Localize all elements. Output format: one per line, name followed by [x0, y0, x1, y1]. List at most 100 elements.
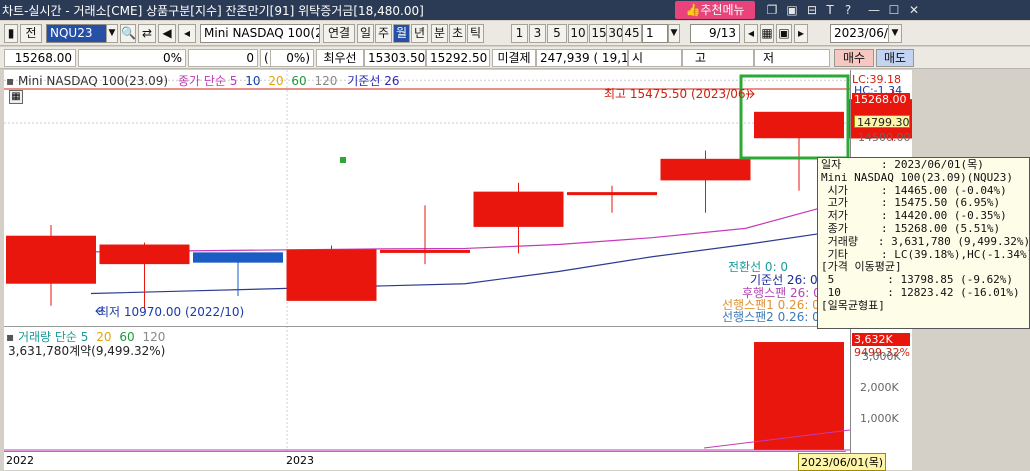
date-chevron-down-icon[interactable]: ▼: [888, 24, 902, 43]
candle-body: [660, 158, 751, 181]
buy-button[interactable]: 매수: [834, 49, 874, 67]
volume-tick-1000: 1,000K: [860, 412, 899, 425]
panel-divider: [4, 326, 850, 327]
speaker-icon[interactable]: ◀: [158, 24, 176, 43]
period-minute-tab[interactable]: 분: [431, 24, 448, 43]
volume-change-pct: 0%): [270, 49, 314, 67]
period-tick-tab[interactable]: 틱: [467, 24, 484, 43]
volume-value: 0: [188, 49, 258, 67]
legend-ma20: 20: [268, 74, 284, 88]
period-month-tab[interactable]: 월: [393, 24, 410, 43]
legend-box-icon: ▪: [6, 74, 18, 88]
x-label-2023: 2023: [286, 454, 314, 467]
font-icon[interactable]: T: [822, 2, 838, 18]
legend-product: Mini NASDAQ 100(23.09): [17, 74, 169, 88]
next-arrow-icon[interactable]: ▸: [794, 24, 808, 43]
thumbs-up-icon: 👍: [685, 3, 701, 17]
tooltip-line: 일자 : 2023/06/01(목): [821, 158, 984, 171]
best-bid: 15303.50: [364, 49, 426, 67]
interval-3-button[interactable]: 3: [529, 24, 546, 43]
jeon-button[interactable]: 전: [20, 24, 42, 43]
current-price-label: 15268.00: [852, 93, 910, 106]
open-label: 시: [628, 49, 682, 67]
legend-base-line: 기준선 26: [347, 74, 400, 88]
settings-chevron-icon[interactable]: ◂: [178, 24, 196, 43]
candle-body: [99, 244, 190, 265]
title-bar: 차트-실시간 - 거래소[CME] 상품구분[지수] 잔존만기[91] 위탁증거…: [0, 0, 1030, 20]
change-pct: 0%: [78, 49, 186, 67]
period-year-tab[interactable]: 년: [411, 24, 428, 43]
save-icon[interactable]: ▣: [776, 24, 792, 43]
grid-toggle-icon[interactable]: ▦: [9, 90, 23, 104]
high-annotation: 최고 15475.50 (2023/06): [604, 87, 751, 101]
interval-select[interactable]: 1: [642, 24, 668, 43]
volume-tick-3000: 3,000K: [862, 350, 901, 363]
tooltip-line: [일목균형표]: [821, 298, 885, 312]
period-second-tab[interactable]: 초: [449, 24, 466, 43]
candle-body: [286, 249, 377, 301]
date-crosshair-label: 2023/06/01(목): [798, 453, 887, 471]
table-icon[interactable]: ▦: [760, 24, 774, 43]
symbol-toolbar: ▮ 전 NQU23 ▼ 🔍 ⇄ ◀ ◂ Mini NASDAQ 100(23.0…: [0, 21, 1030, 46]
legend-ma120: 120: [314, 74, 338, 88]
page-indicator: 9/13: [690, 24, 740, 43]
crosshair-price-label: 14799.30: [854, 115, 910, 129]
legend-ma10: 10: [245, 74, 261, 88]
tooltip-line: 거래량 : 3,631,780 (9,499.32%): [821, 234, 1030, 248]
data-tooltip: 일자 : 2023/06/01(목) Mini NASDAQ 100(23.09)…: [817, 157, 1030, 329]
best-bid-label: 최우선: [316, 49, 364, 67]
interval-chevron-down-icon[interactable]: ▼: [668, 24, 680, 43]
continuous-button[interactable]: 연결: [323, 24, 355, 43]
window-copy-icon[interactable]: ▣: [784, 2, 800, 18]
sell-button[interactable]: 매도: [876, 49, 914, 67]
date-axis: 2022 2023 2023/06/01(목): [4, 451, 887, 471]
tooltip-line: 종가 : 15268.00 (5.51%): [821, 221, 1001, 235]
minimize-icon[interactable]: —: [866, 2, 882, 18]
legend-ma60: 60: [291, 74, 307, 88]
maximize-icon[interactable]: ☐: [886, 2, 902, 18]
volume-text: 3,631,780계약(9,499.32%): [8, 344, 166, 358]
candle-body: [6, 235, 96, 284]
volume-tick-2000: 2,000K: [860, 381, 899, 394]
price-tick-label: 14500.00: [858, 131, 911, 144]
interval-5-button[interactable]: 5: [547, 24, 567, 43]
recommend-menu-label: 추천메뉴: [700, 3, 745, 17]
candle-body: [754, 111, 844, 139]
volume-bar: [754, 342, 844, 450]
candle-body: [567, 192, 657, 196]
tooltip-line: 10 : 12823.42 (-16.01%): [821, 285, 1020, 299]
window-split-icon[interactable]: ⊟: [804, 2, 820, 18]
close-icon[interactable]: ✕: [906, 2, 922, 18]
recommend-menu-button[interactable]: 👍추천메뉴: [675, 1, 755, 19]
signal-marker: [340, 157, 346, 163]
prev-arrow-icon[interactable]: ◂: [744, 24, 758, 43]
candle-body: [473, 191, 564, 227]
volume-current-label: 3,632K: [852, 333, 910, 346]
best-ask: 15292.50: [426, 49, 490, 67]
interval-10-button[interactable]: 10: [568, 24, 588, 43]
ichimoku-span2: 선행스팬2 0.26: 0: [722, 310, 820, 324]
unsettled-label: 미결제: [492, 49, 536, 67]
candle-body: [193, 252, 283, 263]
window-tile-icon[interactable]: ❐: [764, 2, 780, 18]
legend-ma5: 종가 단순 5: [177, 74, 238, 88]
unsettled-value: 247,939 ( 19,175 ): [536, 49, 628, 67]
help-icon[interactable]: ?: [840, 2, 856, 18]
window-title: 차트-실시간 - 거래소[CME] 상품구분[지수] 잔존만기[91] 위탁증거…: [2, 4, 424, 18]
candle-body: [380, 249, 470, 253]
interval-1-button[interactable]: 1: [511, 24, 528, 43]
compare-icon[interactable]: ⇄: [138, 24, 156, 43]
period-day-tab[interactable]: 일: [357, 24, 374, 43]
product-name-field: Mini NASDAQ 100(23.09): [200, 24, 320, 43]
low-annotation: 최저 10970.00 (2022/10): [98, 305, 245, 319]
period-week-tab[interactable]: 주: [375, 24, 392, 43]
tooltip-line: Mini NASDAQ 100(23.09)(NQU23): [821, 170, 1014, 184]
high-label: 고: [682, 49, 754, 67]
last-price: 15268.00: [4, 49, 76, 67]
pin-icon[interactable]: ▮: [4, 24, 18, 43]
search-icon[interactable]: 🔍: [120, 24, 136, 43]
x-label-2022: 2022: [6, 454, 34, 467]
interval-45-button[interactable]: 45: [622, 24, 642, 43]
symbol-dropdown-chevron-down-icon[interactable]: ▼: [106, 24, 118, 43]
low-label: 저: [754, 49, 830, 67]
